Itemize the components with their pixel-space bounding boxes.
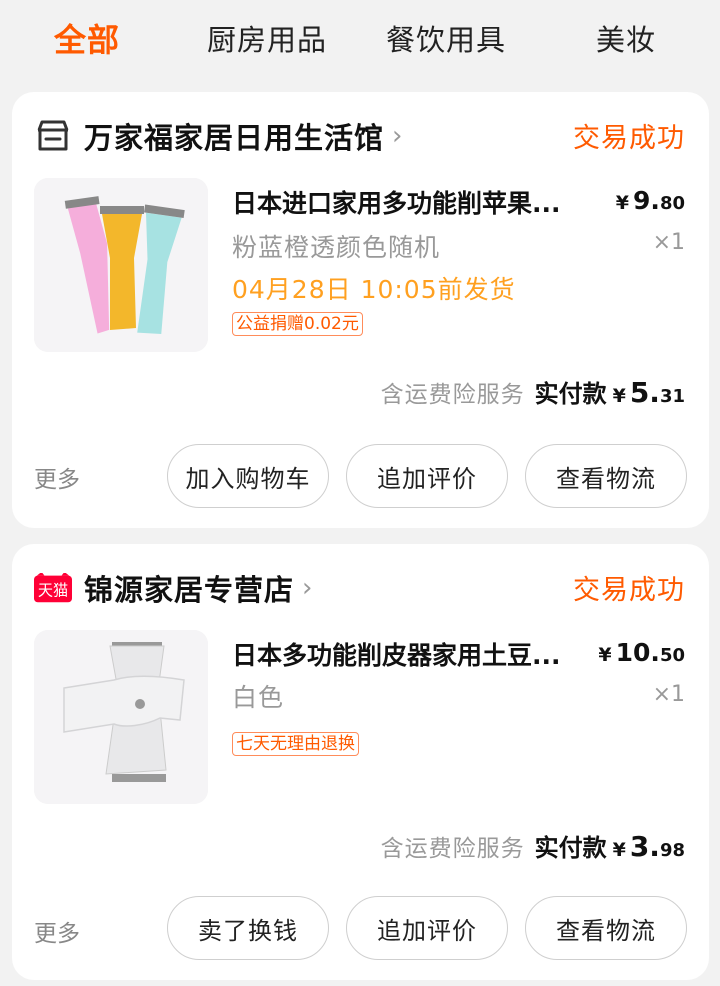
chevron-right-icon: › — [302, 573, 313, 603]
product-price: ¥9.80 — [615, 186, 685, 215]
return-policy-tag: 七天无理由退换 — [232, 732, 359, 756]
store-icon — [34, 117, 72, 155]
shipping-note: 04月28日 10:05前发货 — [232, 275, 516, 304]
tmall-icon: 天猫 — [34, 569, 72, 607]
view-logistics-button[interactable]: 查看物流 — [525, 896, 687, 960]
shop-header[interactable]: 万家福家居日用生活馆 › — [34, 114, 402, 158]
product-title[interactable]: 日本多功能削皮器家用土豆... — [232, 636, 592, 672]
product-quantity: ×1 — [652, 230, 685, 255]
svg-text:天猫: 天猫 — [38, 582, 68, 600]
product-sku: 粉蓝橙透颜色随机 — [232, 233, 441, 262]
paid-label: 实付款 — [534, 834, 607, 862]
chevron-right-icon: › — [392, 121, 403, 151]
order-card: 天猫 锦源家居专营店 › 交易成功 日本多功能削皮器家用土豆... ¥10.50… — [12, 544, 709, 980]
category-tabs: 全部 厨房用品 餐饮用具 美妆 — [0, 0, 720, 84]
tab-all[interactable]: 全部 — [54, 20, 120, 60]
view-logistics-button[interactable]: 查看物流 — [525, 444, 687, 508]
payment-summary: 含运费险服务 实付款 ¥3. 98 — [380, 830, 685, 863]
order-card: 万家福家居日用生活馆 › 交易成功 日本进口家用多功能削苹果... ¥9.80 — [12, 92, 709, 528]
paid-amount: 5. — [629, 376, 660, 409]
add-to-cart-button[interactable]: 加入购物车 — [167, 444, 329, 508]
insurance-label: 含运费险服务 — [380, 836, 525, 862]
charity-tag: 公益捐赠0.02元 — [232, 312, 363, 336]
product-sku: 白色 — [232, 683, 285, 712]
product-quantity: ×1 — [652, 682, 685, 707]
product-image[interactable] — [34, 178, 208, 352]
insurance-label: 含运费险服务 — [380, 382, 525, 408]
more-link[interactable]: 更多 — [34, 914, 80, 948]
more-link[interactable]: 更多 — [34, 460, 80, 494]
add-review-button[interactable]: 追加评价 — [346, 896, 508, 960]
payment-summary: 含运费险服务 实付款 ¥5. 31 — [380, 376, 685, 409]
shop-header[interactable]: 天猫 锦源家居专营店 › — [34, 566, 312, 610]
product-price: ¥10.50 — [598, 638, 685, 667]
paid-amount: 3. — [629, 830, 660, 863]
tab-tableware[interactable]: 餐饮用具 — [386, 20, 506, 60]
product-title[interactable]: 日本进口家用多功能削苹果... — [232, 184, 592, 220]
sell-item-button[interactable]: 卖了换钱 — [167, 896, 329, 960]
order-status: 交易成功 — [573, 123, 685, 154]
add-review-button[interactable]: 追加评价 — [346, 444, 508, 508]
product-image[interactable] — [34, 630, 208, 804]
paid-label: 实付款 — [534, 380, 607, 408]
tab-beauty[interactable]: 美妆 — [596, 20, 656, 60]
shop-name: 万家福家居日用生活馆 — [84, 121, 385, 155]
tab-kitchen[interactable]: 厨房用品 — [207, 20, 327, 60]
order-status: 交易成功 — [573, 575, 685, 606]
shop-name: 锦源家居专营店 — [84, 573, 295, 607]
